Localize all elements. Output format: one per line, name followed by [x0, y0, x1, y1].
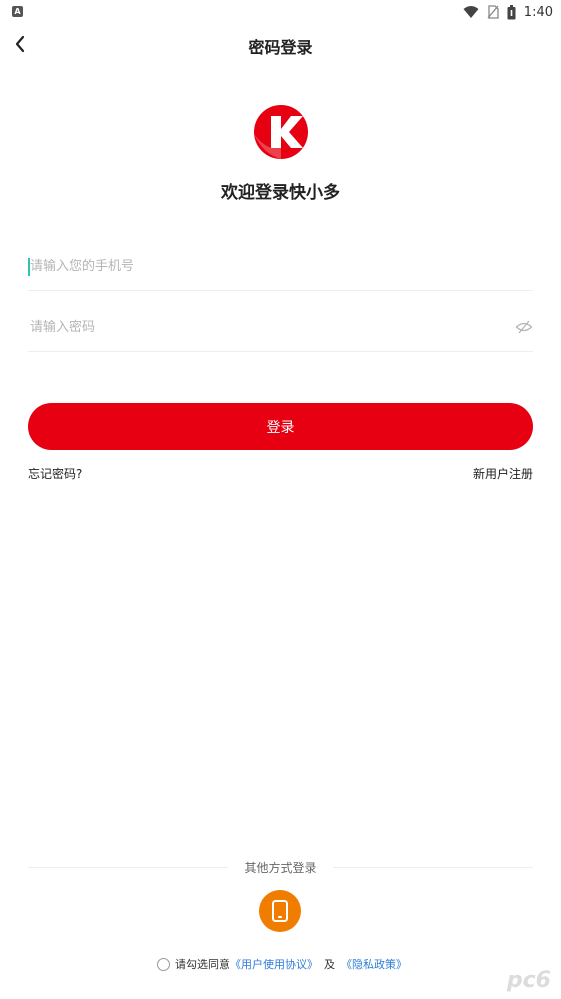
wifi-icon: [463, 6, 479, 18]
password-visibility-toggle[interactable]: [515, 318, 533, 336]
other-login-label: 其他方式登录: [244, 861, 317, 875]
register-link[interactable]: 新用户注册: [473, 465, 533, 482]
no-sim-icon: [487, 5, 499, 19]
password-field: [28, 304, 533, 352]
login-button[interactable]: 登录: [28, 403, 533, 450]
status-time: 1:40: [523, 4, 553, 20]
phone-icon: [272, 900, 288, 922]
notification-icon: A: [12, 6, 23, 17]
text-caret: [28, 258, 30, 276]
phone-login-button[interactable]: [259, 890, 301, 932]
agree-checkbox[interactable]: [157, 957, 170, 971]
phone-input[interactable]: [28, 243, 498, 289]
watermark: pc6: [506, 968, 551, 993]
eye-hidden-icon: [515, 320, 533, 334]
app-logo: [253, 104, 309, 160]
page-title: 密码登录: [248, 38, 313, 57]
user-agreement-link[interactable]: 《用户使用协议》: [230, 956, 318, 972]
agreement-prefix: 请勾选同意: [175, 958, 230, 971]
welcome-heading: 欢迎登录快小多: [221, 183, 340, 203]
agreement-and: 及: [324, 958, 335, 971]
privacy-policy-link[interactable]: 《隐私政策》: [341, 956, 407, 972]
battery-icon: [507, 4, 516, 19]
forgot-password-link[interactable]: 忘记密码?: [28, 465, 82, 482]
agreement-row: 请勾选同意 《用户使用协议》 及 《隐私政策》: [157, 956, 407, 972]
password-input[interactable]: [28, 304, 498, 350]
phone-field: [28, 243, 533, 291]
status-bar: A 1:40: [0, 0, 561, 24]
status-icons: 1:40: [463, 3, 553, 21]
nav-bar: 密码登录: [0, 24, 561, 64]
